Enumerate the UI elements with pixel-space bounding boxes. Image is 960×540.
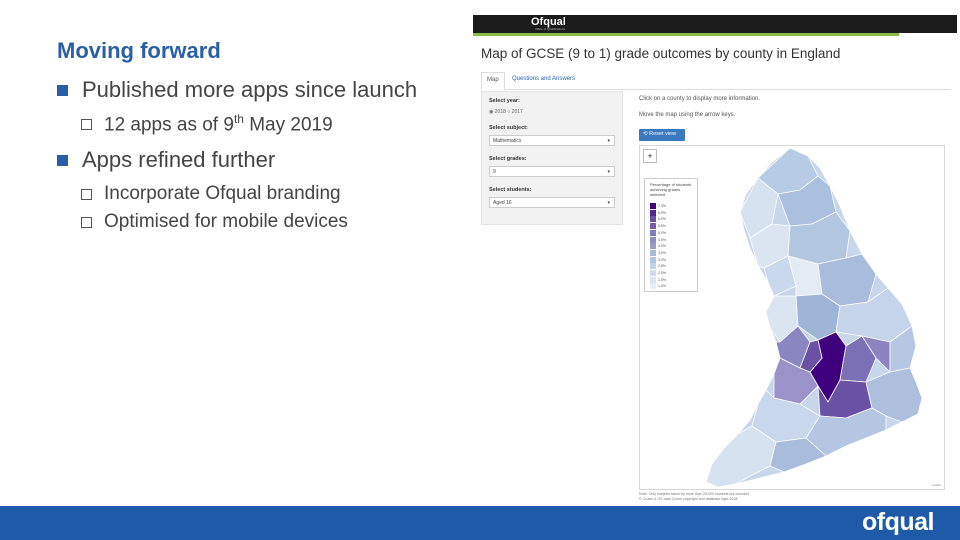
legend-swatch xyxy=(650,229,656,236)
legend-swatch xyxy=(650,223,656,230)
app-header: Ofqual Office of Qualifications xyxy=(473,15,957,33)
year-radio-group: ◉ 2018 ○ 2017 xyxy=(489,109,523,115)
caret-down-icon: ▾ xyxy=(607,200,610,206)
bullet-text: Apps refined further xyxy=(82,147,276,172)
reset-view-button[interactable]: ⟲ Reset view xyxy=(639,129,685,141)
legend-label: 4.0% xyxy=(658,244,666,249)
subject-label: Select subject: xyxy=(489,125,528,131)
legend-swatch xyxy=(650,276,656,283)
hollow-square-bullet-icon xyxy=(81,118,92,130)
copyright-note: © Crown & OS data Crown copyright and da… xyxy=(639,497,738,501)
legend-label: 2.5% xyxy=(658,264,666,269)
legend-row: 2.5% xyxy=(650,263,666,270)
zoom-in-button[interactable]: + xyxy=(643,149,657,163)
caret-down-icon: ▾ xyxy=(607,169,610,175)
grades-label: Select grades: xyxy=(489,156,527,162)
legend-row: 4.5% xyxy=(650,236,666,243)
bullet-list: Published more apps since launch 12 apps… xyxy=(57,76,457,236)
bullet-item: Published more apps since launch xyxy=(57,76,457,104)
refresh-icon: ⟲ xyxy=(643,131,648,137)
legend-row: 6.5% xyxy=(650,209,666,216)
year-option[interactable]: 2017 xyxy=(512,109,523,115)
map-title: Map of GCSE (9 to 1) grade outcomes by c… xyxy=(481,46,841,61)
legend-row: 5.0% xyxy=(650,229,666,236)
legend-swatch xyxy=(650,236,656,243)
legend-swatch xyxy=(650,283,656,290)
sub-bullet-item: 12 apps as of 9th May 2019 xyxy=(81,110,457,138)
map-legend: Percentage of students achieving grades … xyxy=(644,178,698,292)
legend-label: 6.0% xyxy=(658,217,666,222)
county-region[interactable] xyxy=(705,425,777,488)
legend-row: 6.0% xyxy=(650,216,666,223)
legend-row: 2.0% xyxy=(650,270,666,276)
map-note: Note: Only subjects taken by more than 2… xyxy=(639,492,750,496)
legend-label: 5.5% xyxy=(658,224,666,229)
map-attribution-link[interactable]: Leaflet xyxy=(932,483,941,487)
students-label: Select students: xyxy=(489,187,532,193)
legend-swatch xyxy=(650,249,656,256)
info-move-text: Move the map using the arrow keys. xyxy=(639,112,736,118)
year-label: Select year: xyxy=(489,98,520,104)
app-screenshot: Ofqual Office of Qualifications Map of G… xyxy=(473,15,957,505)
legend-row: 1.5% xyxy=(650,276,666,283)
legend-swatch xyxy=(650,256,656,263)
legend-label: 1.0% xyxy=(658,284,666,289)
legend-swatch xyxy=(650,216,656,223)
legend-title: Percentage of students achieving grades … xyxy=(650,182,692,197)
legend-swatch xyxy=(650,243,656,250)
info-click-text: Click on a county to display more inform… xyxy=(639,96,761,102)
legend-swatch xyxy=(650,209,656,216)
legend-label: 5.0% xyxy=(658,230,666,235)
legend-label: 2.0% xyxy=(658,271,666,275)
legend-swatch xyxy=(650,203,656,209)
hollow-square-bullet-icon xyxy=(81,216,92,228)
brand-stripe xyxy=(473,33,899,36)
students-select[interactable]: Aged 16 ▾ xyxy=(489,197,615,208)
legend-row: 4.0% xyxy=(650,243,666,250)
square-bullet-icon xyxy=(57,84,68,96)
tab-bar: Map Questions and Answers xyxy=(481,72,951,90)
legend-row: 3.5% xyxy=(650,249,666,256)
square-bullet-icon xyxy=(57,154,68,166)
legend-row: 5.5% xyxy=(650,223,666,230)
tab-map[interactable]: Map xyxy=(481,72,505,90)
grades-select[interactable]: 9 ▾ xyxy=(489,166,615,177)
subject-select[interactable]: Mathematics ▾ xyxy=(489,135,615,146)
ofqual-logo: ofqual xyxy=(862,508,935,536)
sub-bullet-item: Optimised for mobile devices xyxy=(81,208,457,236)
legend-label: 4.5% xyxy=(658,237,666,242)
legend-swatch xyxy=(650,263,656,270)
legend-label: 3.5% xyxy=(658,250,666,255)
legend-label: 7.0% xyxy=(658,204,666,208)
sub-bullet-text: 12 apps as of 9th May 2019 xyxy=(104,111,333,136)
legend-row: 3.0% xyxy=(650,256,666,263)
hollow-square-bullet-icon xyxy=(81,188,92,200)
bullet-item: Apps refined further xyxy=(57,146,457,174)
legend-label: 3.0% xyxy=(658,257,666,262)
legend-row: 7.0% xyxy=(650,203,666,209)
sub-bullet-text: Optimised for mobile devices xyxy=(104,211,348,232)
year-option[interactable]: 2018 xyxy=(495,109,506,115)
bullet-text: Published more apps since launch xyxy=(82,77,418,102)
sub-bullet-text: Incorporate Ofqual branding xyxy=(104,183,341,204)
legend-label: 6.5% xyxy=(658,210,666,215)
legend-swatch xyxy=(650,270,656,276)
radio-icon[interactable]: ○ xyxy=(507,109,510,115)
sub-bullet-item: Incorporate Ofqual branding xyxy=(81,180,457,208)
legend-row: 1.0% xyxy=(650,283,666,290)
app-logo-subtitle: Office of Qualifications xyxy=(535,27,565,31)
legend-label: 1.5% xyxy=(658,277,666,282)
footer-bar: ofqual xyxy=(0,506,960,540)
radio-icon[interactable]: ◉ xyxy=(489,109,493,115)
slide-title: Moving forward xyxy=(57,38,221,63)
caret-down-icon: ▾ xyxy=(607,138,610,144)
map-container[interactable]: + Percentage of students achieving grade… xyxy=(639,145,945,490)
tab-questions[interactable]: Questions and Answers xyxy=(507,72,580,90)
filter-panel: Select year: ◉ 2018 ○ 2017 Select subjec… xyxy=(481,91,623,225)
